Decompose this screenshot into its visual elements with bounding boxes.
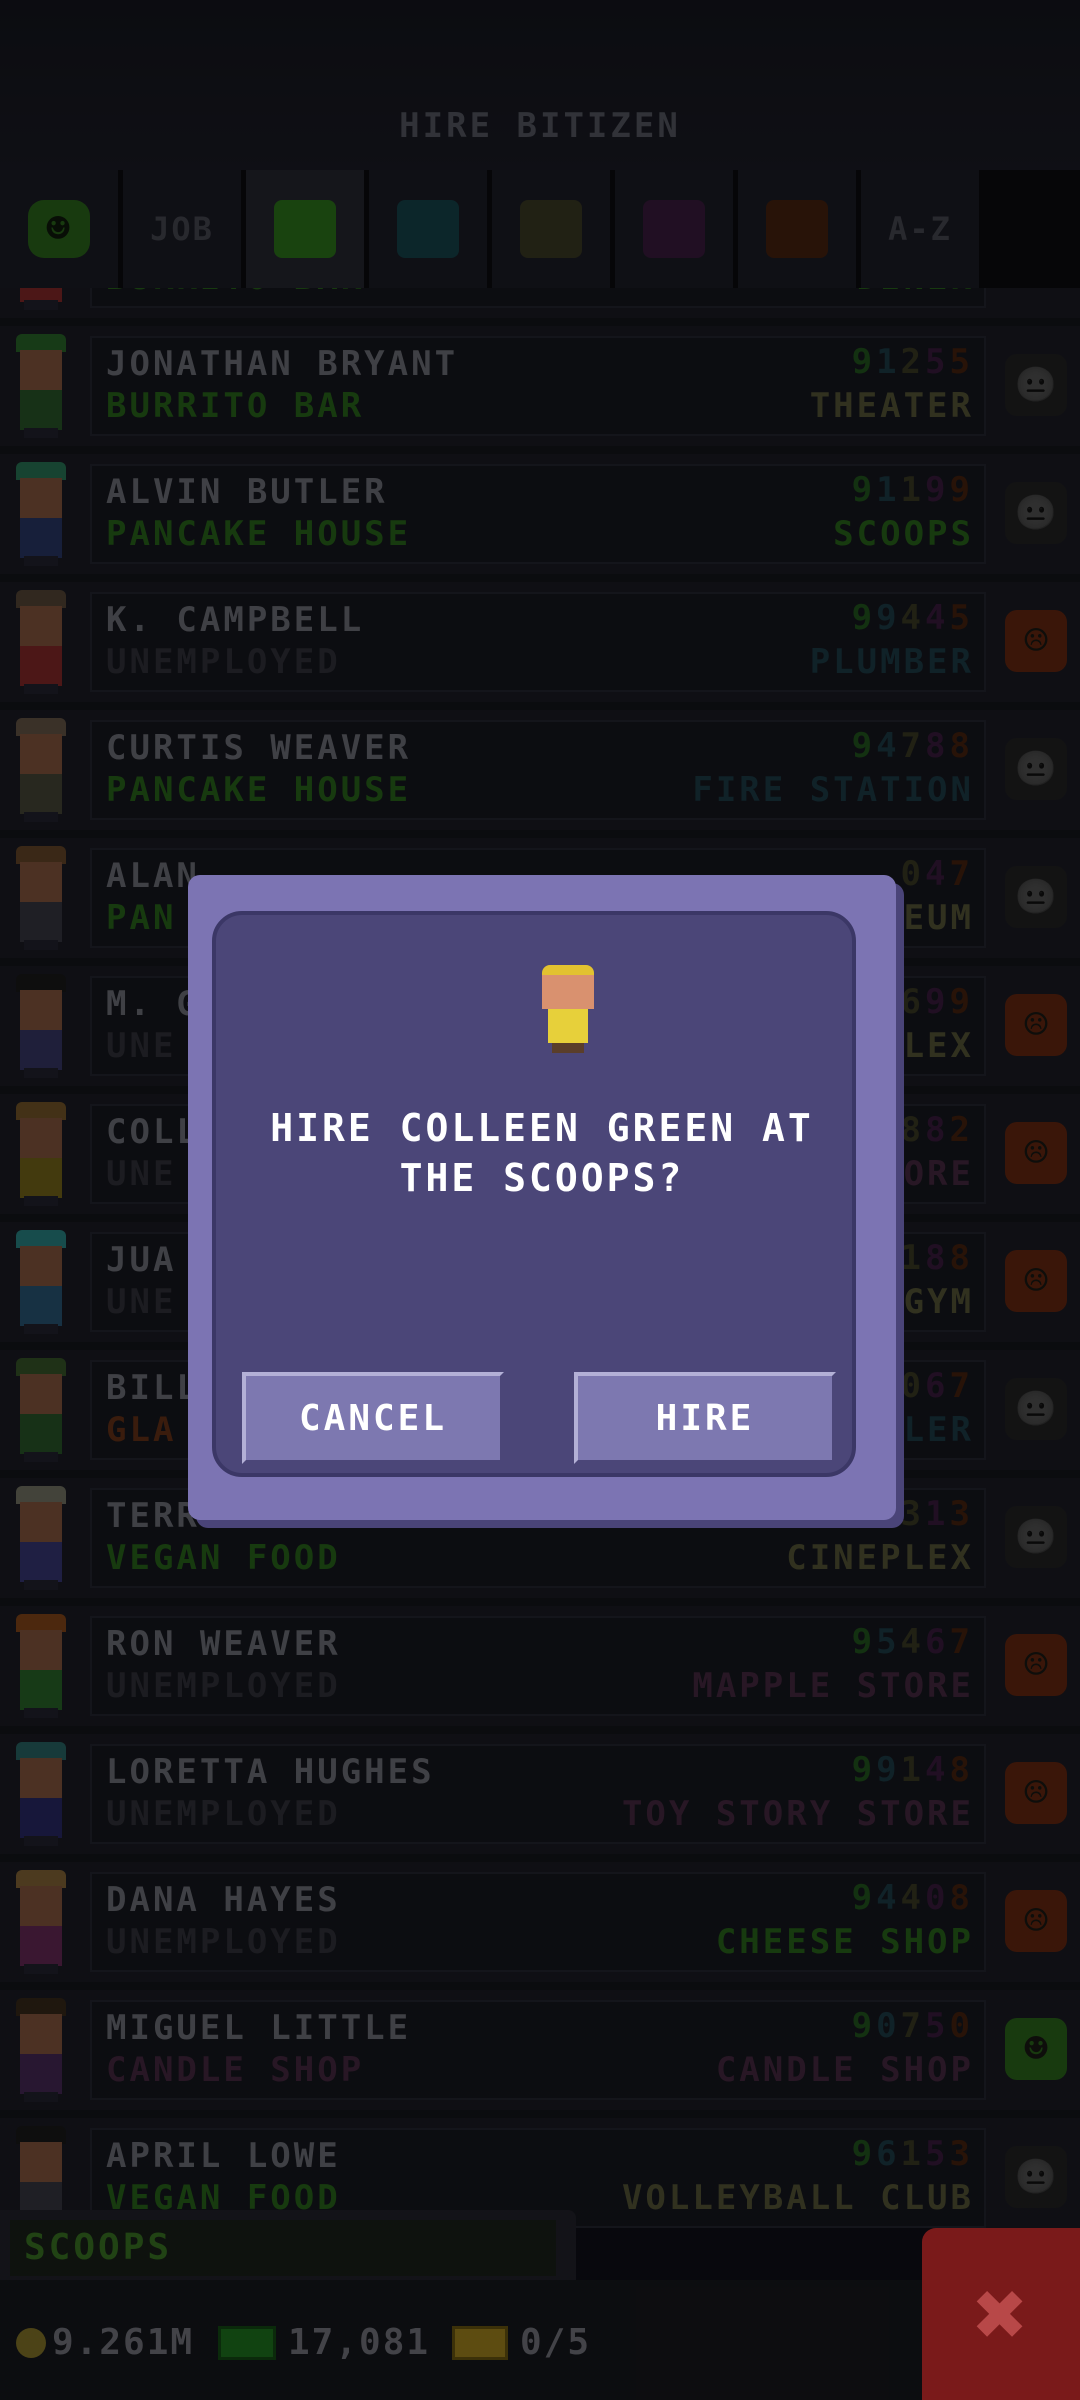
close-icon: ✖: [973, 2261, 1029, 2367]
bitizen-avatar: [538, 965, 598, 1055]
dialog-message: HIRE COLLEEN GREEN AT THE SCOOPS?: [270, 1106, 814, 1200]
cancel-button[interactable]: CANCEL: [242, 1372, 504, 1464]
hire-button[interactable]: HIRE: [574, 1372, 836, 1464]
hire-confirm-dialog: HIRE COLLEEN GREEN AT THE SCOOPS? CANCEL…: [188, 875, 896, 1520]
close-button[interactable]: ✖: [922, 2228, 1080, 2400]
